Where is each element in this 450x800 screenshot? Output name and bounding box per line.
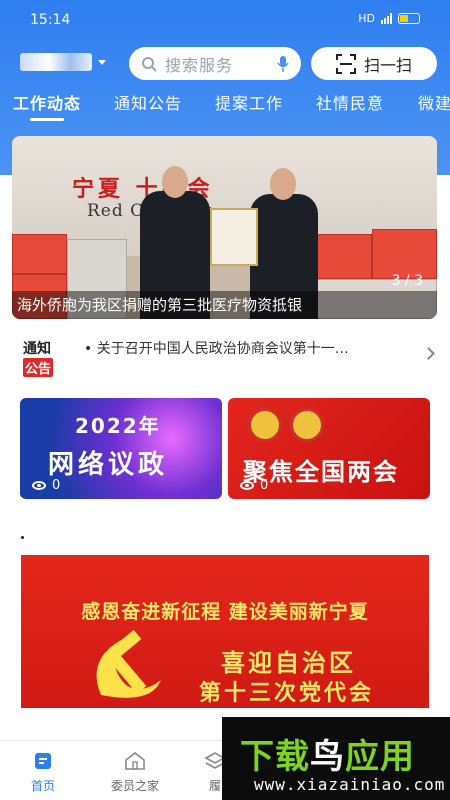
site-watermark: 下载鸟应用 www.xiazainiao.com (222, 717, 450, 800)
chevron-down-icon (98, 59, 106, 65)
notice-text: • 关于召开中国人民政治协商会议第十一… (84, 341, 349, 357)
microphone-icon[interactable] (277, 55, 289, 73)
home-icon (35, 753, 51, 769)
tab-proposals[interactable]: 提案工作 (215, 90, 283, 114)
divider-dot (21, 536, 24, 539)
tab-label: 通知公告 (114, 94, 183, 113)
tab-public-opinion[interactable]: 社情民意 (316, 90, 384, 114)
person-left-head (162, 166, 188, 198)
national-emblem-icon (248, 408, 282, 442)
org-selector[interactable] (20, 53, 106, 71)
house-icon (125, 751, 145, 770)
watermark-title: 下载鸟应用 (240, 729, 415, 778)
tab-label: 社情民意 (316, 94, 385, 113)
network-label: HD (358, 12, 375, 25)
news-carousel[interactable]: 宁夏 十字会 Red C of N ia 3 / 3 海外侨胞为我区捐赠的第三批… (12, 136, 437, 319)
nav-label: 委员之家 (110, 779, 159, 793)
notice-row[interactable]: 通知 公告 • 关于召开中国人民政治协商会议第十一… (0, 330, 450, 382)
watermark-url: www.xiazainiao.com (254, 775, 446, 794)
tab-work-news[interactable]: 工作动态 (13, 90, 82, 121)
eye-icon (240, 481, 254, 490)
status-bar: 15:14 HD (0, 0, 450, 40)
poster-line2: 喜迎自治区 (221, 649, 356, 677)
certificate (210, 208, 258, 266)
view-count-value: 0 (52, 478, 61, 493)
tab-label: 提案工作 (215, 94, 284, 113)
view-count: 0 (32, 478, 60, 493)
tab-label: 微建 (418, 94, 450, 113)
status-icons: HD (358, 12, 420, 25)
nav-member-home[interactable]: 委员之家 (100, 741, 170, 800)
battery-icon (398, 13, 420, 24)
scan-icon (335, 53, 356, 74)
eye-icon (32, 481, 46, 490)
tab-active-indicator (30, 118, 64, 121)
carousel-page-indicator: 3 / 3 (391, 273, 423, 289)
status-time: 15:14 (30, 12, 71, 28)
cppcc-emblem-icon (290, 408, 324, 442)
card-two-sessions[interactable]: 聚焦全国两会 0 (228, 398, 430, 499)
nav-label: 首页 (30, 779, 55, 793)
feature-cards: 2022年 网络议政 0 聚焦全国两会 0 (0, 398, 450, 501)
hammer-sickle-icon (96, 630, 161, 698)
party-congress-poster[interactable]: 感恩奋进新征程 建设美丽新宁夏 喜迎自治区 第十三次党代会 (21, 555, 429, 708)
org-name-blurred (20, 53, 92, 71)
notice-logo-top: 通知 (23, 341, 51, 357)
scan-label: 扫一扫 (363, 55, 412, 75)
signal-icon (381, 13, 392, 24)
view-count-value: 0 (260, 478, 269, 493)
top-bar: 搜索服务 扫一扫 (0, 44, 450, 84)
card-title: 网络议政 (48, 450, 169, 480)
chevron-right-icon (422, 347, 435, 360)
watermark-title-part: 下载 (240, 737, 310, 777)
nav-home[interactable]: 首页 (8, 741, 78, 800)
tab-more[interactable]: 微建 (418, 90, 450, 114)
search-placeholder: 搜索服务 (165, 55, 234, 75)
tab-label: 工作动态 (13, 94, 82, 113)
card-online-deliberation[interactable]: 2022年 网络议政 0 (20, 398, 222, 499)
carousel-caption: 海外侨胞为我区捐赠的第三批医疗物资抵银 (12, 291, 437, 319)
search-icon (142, 56, 157, 72)
tab-notices[interactable]: 通知公告 (114, 90, 182, 114)
poster-line3: 第十三次党代会 (199, 681, 375, 706)
poster-line1: 感恩奋进新征程 建设美丽新宁夏 (81, 601, 369, 623)
category-tabs: 工作动态 通知公告 提案工作 社情民意 微建 (0, 90, 450, 124)
watermark-title-part: 应用 (345, 737, 415, 777)
search-bar[interactable]: 搜索服务 (129, 47, 301, 80)
notice-logo-bottom: 公告 (23, 358, 54, 377)
scan-button[interactable]: 扫一扫 (311, 47, 437, 80)
card-year: 2022年 (75, 414, 161, 438)
view-count: 0 (240, 478, 268, 493)
notice-logo: 通知 公告 (23, 338, 65, 377)
person-right-head (270, 168, 296, 200)
watermark-title-part: 鸟 (310, 737, 345, 777)
